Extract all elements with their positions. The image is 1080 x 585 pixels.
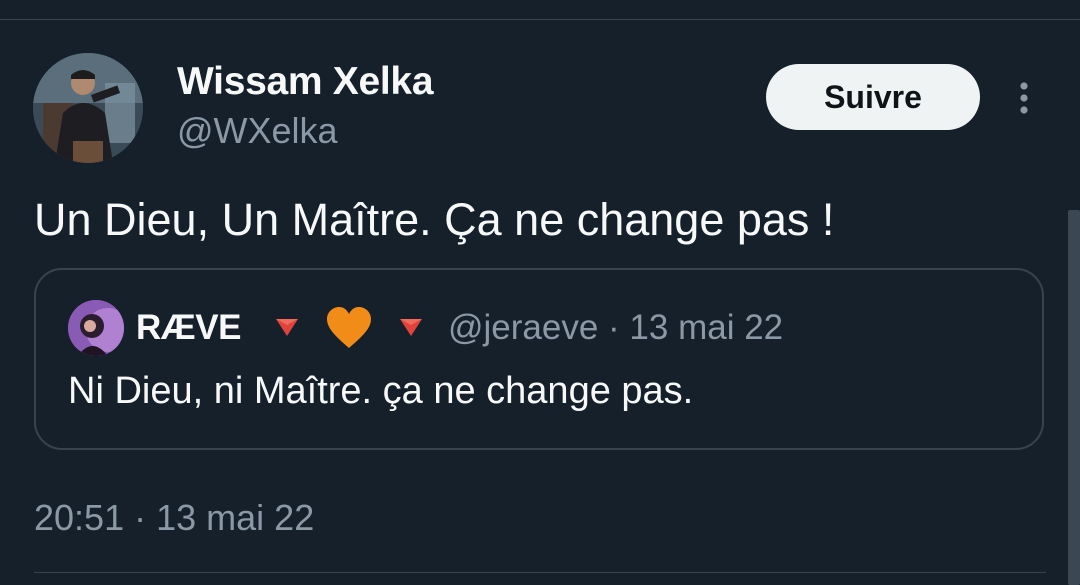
tweet-text: Un Dieu, Un Maître. Ça ne change pas !: [34, 194, 835, 245]
follow-button[interactable]: Suivre: [766, 64, 980, 130]
author-display-name[interactable]: Wissam Xelka: [177, 60, 434, 104]
timestamp-separator: ·: [134, 497, 147, 538]
red-triangle-down-icon: [400, 319, 422, 336]
quoted-author-name[interactable]: RÆVE: [136, 308, 241, 348]
author-avatar[interactable]: [33, 53, 143, 163]
vertical-ellipsis-icon[interactable]: [1012, 78, 1036, 118]
quoted-author-handle-date[interactable]: @jeraeve · 13 mai 22: [448, 308, 783, 348]
author-handle[interactable]: @WXelka: [177, 110, 338, 152]
bottom-divider: [34, 572, 1046, 573]
scrollbar[interactable]: [1068, 210, 1080, 585]
quoted-author-avatar[interactable]: [68, 300, 124, 356]
profile-photo-icon: [68, 300, 124, 356]
tweet-date[interactable]: 13 mai 22: [156, 497, 314, 538]
quoted-tweet-card[interactable]: RÆVE @jeraeve · 13 mai 22 Ni Dieu, ni Ma…: [34, 268, 1044, 450]
tweet-time[interactable]: 20:51: [34, 497, 124, 538]
tweet-timestamp[interactable]: 20:51 · 13 mai 22: [34, 497, 314, 539]
top-divider: [0, 19, 1080, 20]
quoted-tweet-text: Ni Dieu, ni Maître. ça ne change pas.: [68, 370, 694, 412]
profile-photo-icon: [33, 53, 143, 163]
orange-heart-icon: [327, 307, 371, 348]
red-triangle-down-icon: [276, 319, 298, 336]
